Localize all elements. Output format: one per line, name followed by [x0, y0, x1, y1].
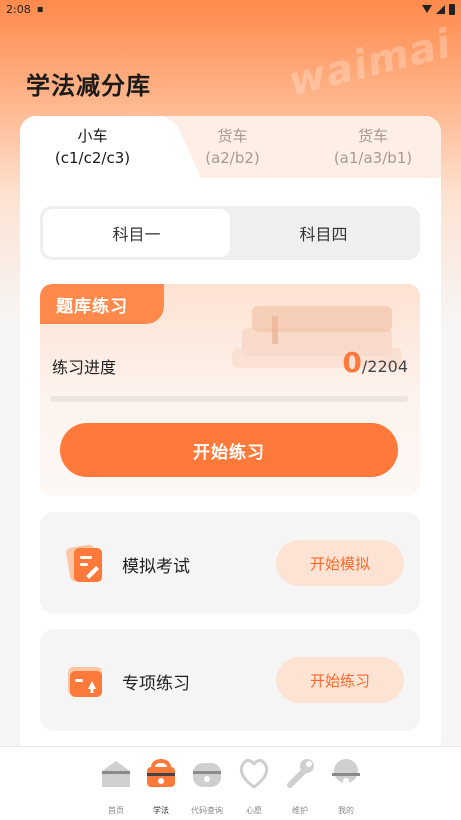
subject-four-button[interactable]: 科目四 — [230, 209, 417, 257]
nav-code-query-label: 代码查询 — [191, 806, 223, 815]
home-icon — [102, 761, 130, 787]
tab-car[interactable]: 小车 (c1/c2/c3) — [20, 116, 165, 178]
study-icon — [147, 759, 175, 787]
special-practice-card[interactable]: 专项练习 开始练习 — [40, 629, 420, 731]
page-title: 学法减分库 — [26, 72, 151, 100]
progress-value: 0 /2204 — [342, 346, 408, 379]
nav-study-label: 学法 — [153, 806, 169, 815]
bottom-nav: 首页 学法 代码查询 心愿 维护 我的 — [0, 746, 461, 820]
progress-total: /2204 — [361, 357, 408, 376]
tab-truck-a2b2-title: 货车 — [217, 127, 248, 145]
start-mock-button[interactable]: 开始模拟 — [276, 540, 404, 586]
start-practice-button[interactable]: 开始练习 — [60, 423, 398, 477]
tab-truck-a1a3b1-license: (a1/a3/b1) — [333, 149, 413, 167]
start-special-button[interactable]: 开始练习 — [276, 657, 404, 703]
subject-one-button[interactable]: 科目一 — [43, 209, 230, 257]
nav-wish-label: 心愿 — [246, 806, 262, 815]
signal-icon — [436, 4, 445, 14]
tab-truck-a1a3b1-title: 货车 — [357, 127, 388, 145]
tab-truck-a1a3b1[interactable]: 货车 (a1/a3/b1) — [305, 116, 441, 178]
wrench-icon — [287, 759, 314, 788]
watermark: waimai — [283, 20, 457, 106]
nav-home-label: 首页 — [108, 806, 124, 815]
profile-icon — [332, 759, 360, 784]
question-bank-panel: 题库练习 练习进度 0 /2204 开始练习 — [40, 284, 420, 496]
nav-maintain-label: 维护 — [292, 806, 308, 815]
special-practice-label: 专项练习 — [122, 674, 190, 694]
status-time: 2:08 — [6, 2, 31, 16]
progress-done: 0 — [342, 346, 362, 379]
subject-toggle: 科目一 科目四 — [40, 206, 420, 260]
nav-profile[interactable]: 我的 — [318, 755, 374, 817]
heart-icon — [239, 759, 269, 789]
code-query-icon — [193, 763, 221, 787]
main-card: 小车 (c1/c2/c3) 货车 (a2/b2) 货车 (a1/a3/b1) 科… — [20, 116, 441, 756]
status-bar: 2:08 ▪ — [0, 0, 461, 18]
tab-truck-a2b2-license: (a2/b2) — [205, 149, 260, 167]
mock-exam-card[interactable]: 模拟考试 开始模拟 — [40, 512, 420, 614]
tab-car-license: (c1/c2/c3) — [54, 149, 131, 167]
exam-doc-icon — [66, 544, 102, 582]
notification-icon: ▪ — [36, 3, 44, 15]
open-book-icon — [68, 667, 102, 697]
mock-exam-label: 模拟考试 — [122, 557, 190, 577]
tab-car-title: 小车 — [77, 127, 108, 145]
progress-bar — [50, 396, 408, 402]
wifi-icon — [422, 5, 432, 13]
progress-label: 练习进度 — [52, 358, 117, 377]
nav-profile-label: 我的 — [338, 806, 354, 815]
battery-icon — [449, 3, 455, 15]
question-bank-badge: 题库练习 — [40, 284, 164, 324]
vehicle-tabs: 小车 (c1/c2/c3) 货车 (a2/b2) 货车 (a1/a3/b1) — [20, 116, 441, 178]
